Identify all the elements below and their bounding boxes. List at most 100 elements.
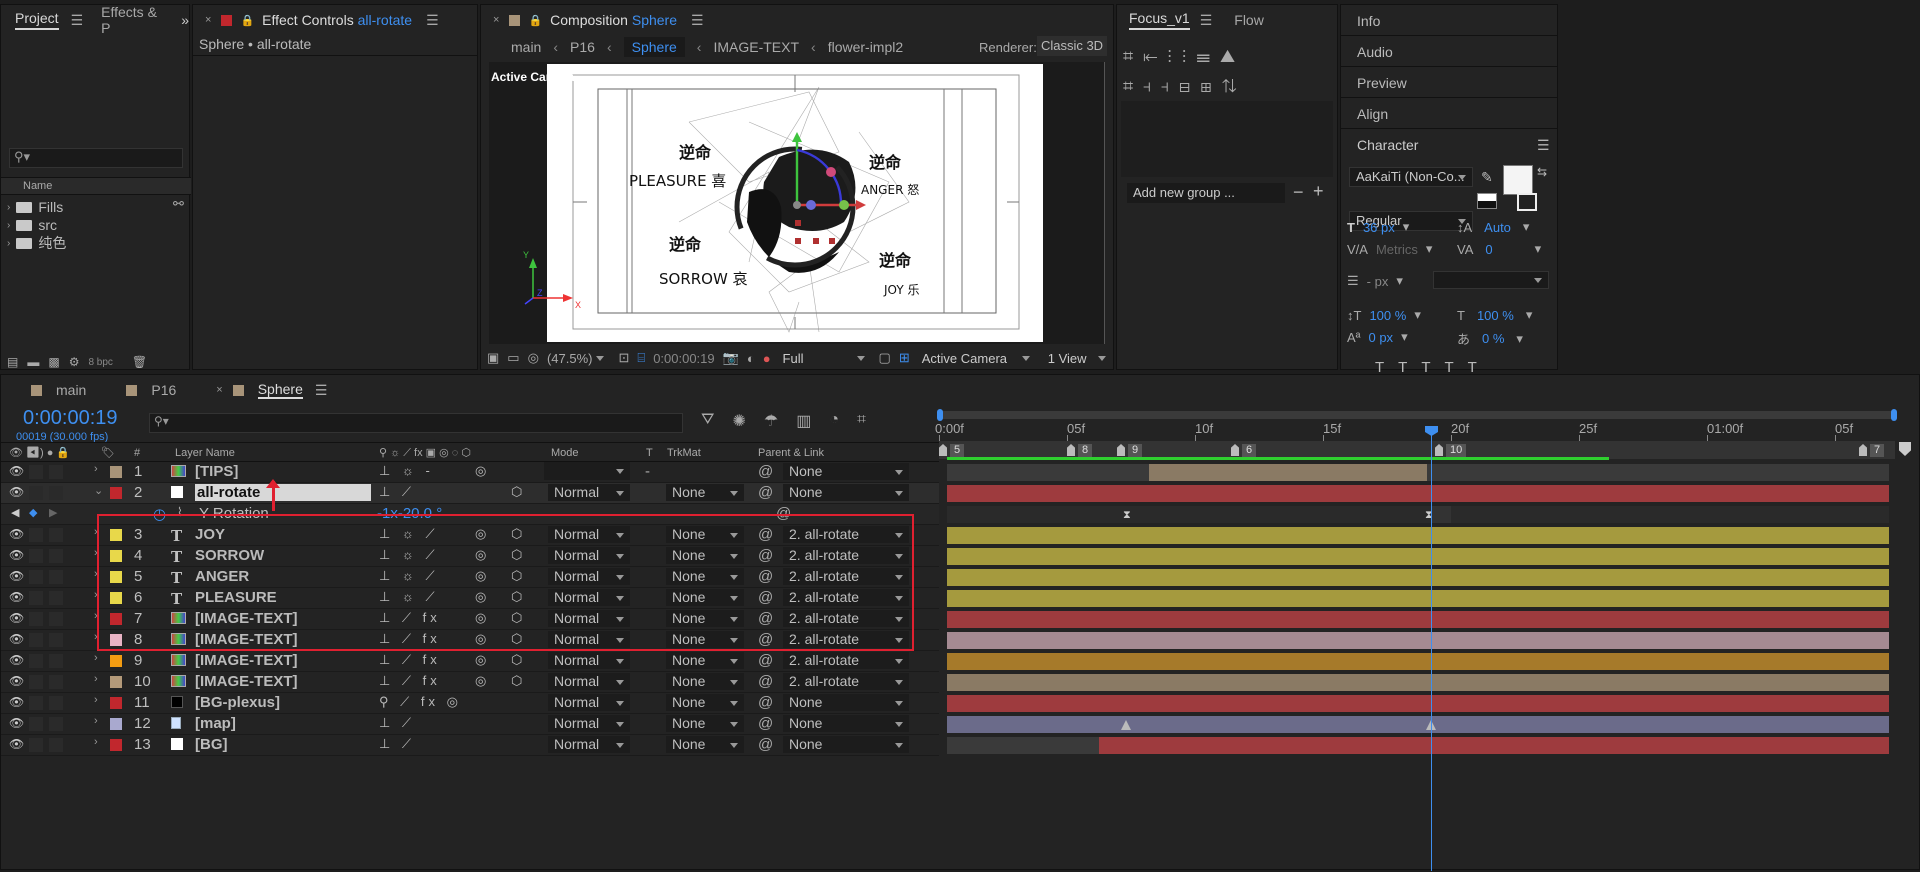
timeline-search[interactable]: ⚲▾ xyxy=(149,413,683,433)
roi-icon[interactable]: ▢ xyxy=(879,350,891,366)
add-group-field[interactable]: Add new group ... xyxy=(1127,183,1285,203)
resolution-dropdown[interactable]: Full xyxy=(779,351,871,366)
bpc-label[interactable]: 8 bpc xyxy=(88,357,112,368)
composition-title[interactable]: Composition Sphere xyxy=(550,12,677,28)
zoom-dropdown[interactable]: (47.5%) xyxy=(547,351,611,366)
trash-icon[interactable]: 🗑 xyxy=(132,355,147,369)
project-folder[interactable]: › src xyxy=(1,216,191,234)
frame-blend-icon[interactable]: ▥ xyxy=(796,411,811,431)
monitor-icon[interactable]: ▭ xyxy=(507,350,519,366)
horizontal-scale-value[interactable]: 100 % xyxy=(1477,308,1514,323)
remove-group-button[interactable]: − xyxy=(1293,182,1304,203)
menu-icon[interactable]: ☰ xyxy=(315,382,328,399)
timeline-tab[interactable]: P16 xyxy=(126,382,176,398)
channel-icon[interactable]: ● xyxy=(763,351,771,366)
vr-icon[interactable]: ◎ xyxy=(528,350,539,366)
new-comp-icon[interactable]: ▩ xyxy=(48,355,59,369)
tab-project[interactable]: Project xyxy=(15,10,59,30)
expand-icon[interactable]: » xyxy=(181,12,189,28)
layer-bar[interactable] xyxy=(947,590,1889,607)
col-layer-name[interactable]: Layer Name xyxy=(175,447,235,459)
comp-crumb[interactable]: IMAGE-TEXT xyxy=(713,39,799,55)
info-tab[interactable]: Info xyxy=(1357,13,1380,29)
audio-tab[interactable]: Audio xyxy=(1357,44,1393,60)
property-track[interactable]: ⧗ ⧗ xyxy=(947,506,1889,523)
project-search[interactable]: ⚲▾ xyxy=(9,148,183,168)
layer-bar[interactable] xyxy=(947,674,1889,691)
stroke-color-swatch[interactable] xyxy=(1517,193,1537,211)
flowchart-icon[interactable]: ⚙ xyxy=(69,355,80,369)
character-tab[interactable]: Character xyxy=(1357,137,1418,153)
comp-crumb[interactable]: Sphere xyxy=(623,37,685,57)
menu-icon[interactable]: ☰ xyxy=(1200,12,1213,29)
effect-controls-title[interactable]: Effect Controls all-rotate xyxy=(262,12,412,28)
menu-icon[interactable]: ☰ xyxy=(691,12,704,29)
timeline-zoom-handle[interactable] xyxy=(1899,442,1911,456)
comp-marker[interactable]: 9 xyxy=(1117,443,1143,457)
interpret-footage-icon[interactable]: ▤ xyxy=(7,355,18,369)
shy-icon[interactable]: ☂ xyxy=(764,411,778,431)
new-folder-icon[interactable]: ▬ xyxy=(27,355,39,369)
menu-icon[interactable]: ☰ xyxy=(1537,137,1550,154)
comp-crumb[interactable]: P16 xyxy=(570,39,595,55)
layer-bar[interactable] xyxy=(947,653,1889,670)
region-icon[interactable]: ⊡ xyxy=(618,350,629,366)
fill-color-swatch[interactable] xyxy=(1503,165,1533,195)
draft-3d-icon[interactable]: ✺ xyxy=(732,411,745,431)
menu-icon[interactable]: ☰ xyxy=(71,12,84,29)
preview-icon[interactable]: ▣ xyxy=(487,350,499,366)
comp-marker[interactable]: 5 xyxy=(939,443,965,457)
work-area-bar[interactable] xyxy=(939,411,1895,419)
comp-marker[interactable]: 8 xyxy=(1067,443,1093,457)
transparency-icon[interactable]: ⌸ xyxy=(637,350,645,366)
eyedropper-icon[interactable]: ✎ xyxy=(1481,169,1493,186)
comp-viewer[interactable]: 逆命 逆命 逆命 逆命 PLEASURE 喜 ANGER 怒 SORROW 哀 … xyxy=(489,62,1105,344)
layer-bar[interactable] xyxy=(947,716,1889,733)
comp-crumb[interactable]: flower-impl2 xyxy=(828,39,903,55)
layer-bar[interactable] xyxy=(947,737,1889,754)
time-ruler[interactable]: 0:00f 05f 10f 15f 20f 25f 01:00f 05f 5 8 9 6 10 7 xyxy=(935,405,1897,461)
tab-focus[interactable]: Focus_v1 xyxy=(1129,10,1190,30)
baseline-value[interactable]: 0 px xyxy=(1368,330,1393,345)
close-icon[interactable]: × xyxy=(216,384,222,396)
align-tab[interactable]: Align xyxy=(1357,106,1388,122)
align-row-1[interactable]: ⌗⇤⫶⫶☰⛰ xyxy=(1123,41,1333,71)
track-area[interactable]: ⧗ ⧗ xyxy=(1,462,1920,872)
add-group-button[interactable]: + xyxy=(1313,181,1324,202)
timeline-timecode[interactable]: 0:00:00:19 xyxy=(23,407,118,430)
leading-value[interactable]: Auto xyxy=(1484,220,1511,235)
lock-icon[interactable]: 🔒 xyxy=(240,14,254,27)
layer-bar[interactable] xyxy=(947,611,1889,628)
layer-bar[interactable] xyxy=(947,464,1889,481)
graph-editor-icon[interactable]: ⌗ xyxy=(857,411,866,431)
tsume-value[interactable]: 0 % xyxy=(1482,331,1504,346)
chevron-right-icon[interactable]: › xyxy=(7,220,10,231)
tracking-value[interactable]: 0 xyxy=(1485,242,1492,257)
stroke-style-dropdown[interactable] xyxy=(1433,271,1549,289)
layer-bar[interactable] xyxy=(947,485,1889,502)
kerning-value[interactable]: Metrics xyxy=(1376,242,1418,257)
comp-crumb[interactable]: main xyxy=(511,39,541,55)
current-time[interactable]: 0:00:00:19 xyxy=(653,351,714,366)
keyframe[interactable]: ⧗ xyxy=(1123,509,1131,522)
menu-icon[interactable]: ☰ xyxy=(426,12,439,29)
work-area-start[interactable] xyxy=(937,409,943,421)
project-folder[interactable]: › 纯色 xyxy=(1,234,191,252)
lock-icon[interactable]: 🔒 xyxy=(528,14,542,27)
align-row-2[interactable]: ⌗⫞⫞⊟⊞⇅ xyxy=(1123,71,1333,101)
close-icon[interactable]: × xyxy=(493,14,499,26)
work-area-end[interactable] xyxy=(1891,409,1897,421)
chevron-right-icon[interactable]: › xyxy=(7,238,10,249)
comp-marker[interactable]: 10 xyxy=(1435,443,1467,457)
font-family-dropdown[interactable]: AaKaiTi (Non-Co... xyxy=(1349,167,1473,187)
preview-tab[interactable]: Preview xyxy=(1357,75,1407,91)
camera-dropdown[interactable]: Active Camera xyxy=(918,351,1036,366)
grid-icon[interactable]: ⊞ xyxy=(899,350,910,366)
stroke-width-value[interactable]: - px xyxy=(1367,274,1389,289)
comp-marker[interactable]: 6 xyxy=(1231,443,1257,457)
view-layout-dropdown[interactable]: 1 View xyxy=(1044,351,1112,366)
vertical-scale-value[interactable]: 100 % xyxy=(1369,308,1406,323)
keyframe[interactable] xyxy=(1121,720,1131,730)
renderer-button[interactable]: Classic 3D xyxy=(1037,36,1107,56)
layer-bar[interactable] xyxy=(947,695,1889,712)
